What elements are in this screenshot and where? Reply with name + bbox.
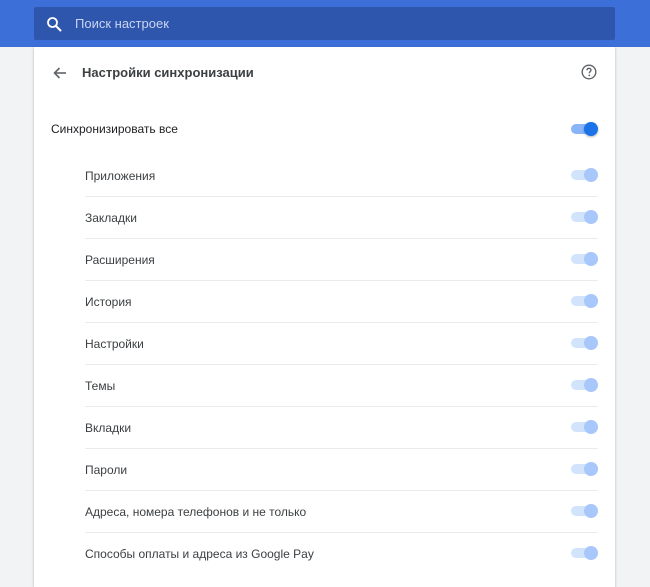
top-toolbar [0,0,650,47]
list-item: Адреса, номера телефонов и не только [85,491,598,533]
sync-item-toggle[interactable] [570,251,598,267]
sync-all-row: Синхронизировать все [51,109,598,149]
sync-item-label: Способы оплаты и адреса из Google Pay [85,546,314,561]
search-icon [46,16,62,32]
arrow-back-icon [52,65,68,81]
sync-item-label: Адреса, номера телефонов и не только [85,504,307,519]
list-item: История [85,281,598,323]
sync-item-toggle[interactable] [570,209,598,225]
page-title: Настройки синхронизации [82,65,254,80]
list-item: Вкладки [85,407,598,449]
sync-item-toggle[interactable] [570,335,598,351]
sync-item-toggle[interactable] [570,545,598,561]
toggle-knob [584,378,598,392]
sync-item-label: Расширения [85,252,155,267]
sync-item-toggle[interactable] [570,503,598,519]
list-item: Закладки [85,197,598,239]
toggle-knob [584,420,598,434]
toggle-knob [584,252,598,266]
sync-item-toggle[interactable] [570,293,598,309]
sync-item-toggle[interactable] [570,419,598,435]
toggle-knob [584,210,598,224]
toggle-knob [584,122,598,136]
search-input[interactable] [75,16,555,31]
sync-all-toggle[interactable] [570,121,598,137]
list-item: Способы оплаты и адреса из Google Pay [85,533,598,574]
sync-item-label: Закладки [85,210,137,225]
toggle-knob [584,168,598,182]
sync-item-toggle[interactable] [570,377,598,393]
sync-all-label: Синхронизировать все [51,122,178,136]
sync-item-label: Темы [85,378,116,393]
toggle-knob [584,546,598,560]
sync-item-label: История [85,294,132,309]
sync-items-list: Приложения Закладки Расширения История Н… [85,155,598,574]
list-item: Темы [85,365,598,407]
toggle-knob [584,504,598,518]
toggle-knob [584,336,598,350]
sync-item-label: Вкладки [85,420,132,435]
sync-item-label: Настройки [85,336,144,351]
sync-item-label: Приложения [85,168,156,183]
sync-settings-card: Настройки синхронизации Синхронизировать… [34,47,615,587]
card-header: Настройки синхронизации [34,47,615,99]
search-box[interactable] [34,7,615,40]
back-button[interactable] [50,63,70,83]
sync-item-toggle[interactable] [570,461,598,477]
list-item: Расширения [85,239,598,281]
help-button[interactable] [580,63,598,81]
list-item: Пароли [85,449,598,491]
list-item: Приложения [85,155,598,197]
sync-item-toggle[interactable] [570,167,598,183]
sync-item-label: Пароли [85,462,128,477]
list-item: Настройки [85,323,598,365]
toggle-knob [584,462,598,476]
help-icon [581,64,597,80]
toggle-knob [584,294,598,308]
